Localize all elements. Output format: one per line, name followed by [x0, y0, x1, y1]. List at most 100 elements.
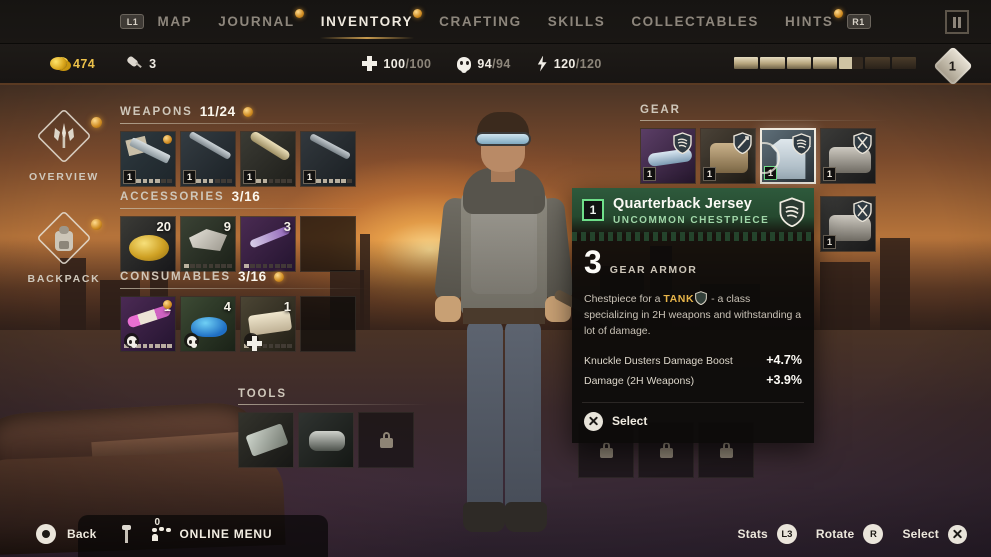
tab-hints-label: HINTS: [785, 14, 834, 29]
tools-section: TOOLS: [238, 388, 428, 468]
accessory-slot-3[interactable]: 3: [240, 216, 296, 272]
durability-segment: [786, 57, 811, 69]
sidebar-item-backpack[interactable]: BACKPACK: [22, 207, 106, 285]
weapons-count: 11/24: [199, 104, 236, 119]
weapon-slot-2[interactable]: 1: [180, 131, 236, 187]
stamina-max: /120: [575, 56, 602, 71]
x-button-icon[interactable]: [948, 524, 967, 544]
weapons-section: WEAPONS 11/24 1 1 1 1: [120, 104, 368, 187]
tab-inventory[interactable]: INVENTORY: [308, 9, 426, 39]
coin-icon: [50, 57, 67, 70]
hints-notification-badge: [833, 9, 843, 18]
tooltip-select-label: Select: [612, 414, 648, 429]
weapon-slot-4[interactable]: 1: [300, 131, 356, 187]
online-count: 0: [154, 516, 161, 528]
tooltip-stats-list: Knuckle Dusters Damage Boost +4.7% Damag…: [572, 340, 814, 392]
character-leg-left: [467, 320, 503, 510]
weapons-grid: 1 1 1 1: [120, 131, 368, 187]
tab-journal[interactable]: JOURNAL: [205, 9, 307, 29]
gear-slot-feet[interactable]: 1: [820, 128, 876, 184]
game-screen: L1 MAP JOURNAL INVENTORY CRAFTING SKILLS…: [0, 0, 991, 557]
tooltip-item-title: Quarterback Jersey: [613, 196, 753, 212]
health-stat: 100/100: [362, 56, 431, 71]
weapon-slot-1[interactable]: 1: [120, 131, 176, 187]
immunity-max: /94: [492, 56, 511, 71]
tab-skills[interactable]: SKILLS: [535, 14, 619, 29]
left-bumper-button[interactable]: L1: [120, 14, 145, 29]
tab-map[interactable]: MAP: [144, 14, 205, 29]
health-cross-type-icon: [244, 333, 262, 351]
consumable-slot-3[interactable]: 1: [240, 296, 296, 352]
lock-icon: [379, 432, 393, 448]
tooltip-armor-value: 3: [584, 243, 602, 280]
accessories-divider: [120, 208, 368, 209]
pause-icon[interactable]: [945, 10, 969, 34]
gear-section: GEAR 1 1 1 1: [640, 104, 888, 184]
gear-title: GEAR: [640, 104, 681, 116]
player-level-badge: 1: [933, 46, 973, 86]
tool-slot-2[interactable]: [298, 412, 354, 468]
tab-hints[interactable]: HINTS: [772, 9, 847, 29]
armor-shield-icon: [779, 197, 805, 228]
currency-value: 474: [73, 56, 96, 71]
lock-icon: [659, 442, 673, 458]
tooltip-item-subtitle: UNCOMMON CHESTPIECE: [613, 214, 770, 226]
consumable-slot-1[interactable]: 1: [120, 296, 176, 352]
tab-crafting[interactable]: CRAFTING: [426, 14, 535, 29]
lightning-icon: [537, 55, 547, 72]
sidebar-item-overview[interactable]: OVERVIEW: [22, 105, 106, 183]
weapons-title: WEAPONS: [120, 105, 193, 118]
tab-collectables[interactable]: COLLECTABLES: [618, 14, 772, 29]
player-level-value: 1: [949, 58, 957, 74]
melee-shield-icon: [853, 200, 872, 223]
tool-slot-3-locked[interactable]: [358, 412, 414, 468]
item-level: 1: [303, 170, 316, 184]
accessory-slot-2[interactable]: 9: [180, 216, 236, 272]
r-stick-button-icon[interactable]: R: [863, 524, 884, 544]
health-max: /100: [405, 56, 432, 71]
tools-divider: [238, 404, 428, 405]
accessories-grid: 20 9 3: [120, 216, 368, 272]
item-level: 1: [823, 167, 836, 181]
gear-slot-head[interactable]: 1: [640, 128, 696, 184]
tooltip-stat-value: +3.9%: [766, 372, 802, 387]
consumables-section: CONSUMABLES 3/16 1 4: [120, 269, 368, 352]
online-menu-button[interactable]: 0 ONLINE MENU: [151, 517, 273, 541]
weapons-crest-icon: [33, 105, 95, 167]
crafting-part-value: 3: [149, 56, 157, 71]
gear-slot-hands[interactable]: 1: [700, 128, 756, 184]
accessory-slot-1[interactable]: 20: [120, 216, 176, 272]
consumables-grid: 1 4 1: [120, 296, 368, 352]
tooltip-stat-row: Knuckle Dusters Damage Boost +4.7%: [584, 350, 802, 370]
gear-slot-chest[interactable]: 1: [760, 128, 816, 184]
backpack-notification-badge: [91, 219, 102, 230]
backpack-icon: [33, 207, 95, 269]
right-bumper-button[interactable]: R1: [846, 14, 871, 29]
durability-segment: [760, 57, 785, 69]
consumable-slot-2[interactable]: 4: [180, 296, 236, 352]
mod-badge-icon: [163, 300, 172, 309]
armor-shield-icon: [792, 133, 811, 156]
gear-slot-feet-alt[interactable]: 1: [820, 196, 876, 252]
consumable-slot-4[interactable]: [300, 296, 356, 352]
melee-shield-icon: [733, 132, 752, 155]
lock-icon: [719, 442, 733, 458]
tool-slot-1[interactable]: [238, 412, 294, 468]
stamina-current: 120: [553, 56, 576, 71]
health-current: 100: [383, 56, 406, 71]
gear-divider: [640, 120, 888, 121]
circle-button-icon[interactable]: [36, 524, 56, 544]
rotate-label: Rotate: [815, 527, 855, 541]
stamina-stat: 120/120: [537, 55, 602, 72]
durability-segment: [812, 57, 838, 69]
tooltip-select-action[interactable]: Select: [572, 403, 814, 443]
skull-icon: [457, 56, 472, 73]
character-leg-right: [505, 320, 541, 510]
l3-button-icon[interactable]: L3: [776, 524, 797, 544]
accessory-slot-4[interactable]: [300, 216, 356, 272]
item-level: 1: [703, 167, 716, 181]
player-character-model[interactable]: [433, 110, 625, 540]
item-level: 1: [823, 235, 836, 249]
melee-shield-icon: [853, 132, 872, 155]
weapon-slot-3[interactable]: 1: [240, 131, 296, 187]
